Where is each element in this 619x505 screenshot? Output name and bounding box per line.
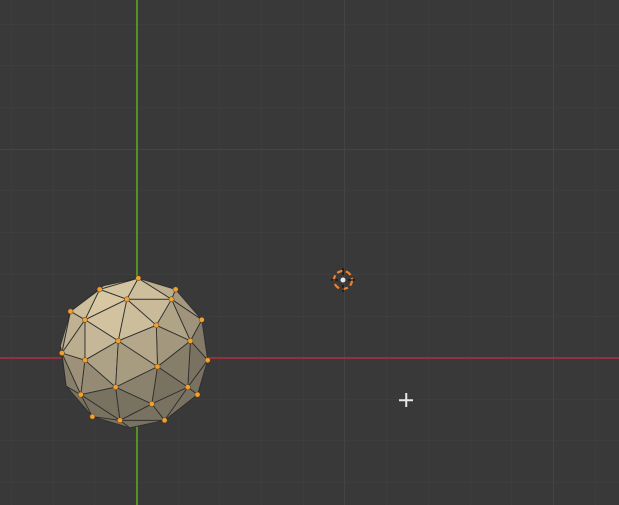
grid-minor-h bbox=[0, 190, 619, 191]
grid-minor-v bbox=[428, 0, 429, 505]
grid-minor-h bbox=[0, 440, 619, 441]
grid-minor-v bbox=[386, 0, 387, 505]
grid-minor-h bbox=[0, 107, 619, 108]
mouse-crosshair-icon bbox=[399, 393, 413, 407]
grid-minor-v bbox=[470, 0, 471, 505]
grid-minor-h bbox=[0, 232, 619, 233]
grid-minor-v bbox=[303, 0, 304, 505]
grid-minor-h bbox=[0, 65, 619, 66]
grid-minor-v bbox=[261, 0, 262, 505]
grid-major-v bbox=[553, 0, 554, 505]
grid-minor-v bbox=[219, 0, 220, 505]
grid-minor-v bbox=[595, 0, 596, 505]
viewport-3d[interactable] bbox=[0, 0, 619, 505]
grid-minor-v bbox=[511, 0, 512, 505]
grid-minor-h bbox=[0, 24, 619, 25]
grid-major-h bbox=[0, 149, 619, 150]
3d-cursor-icon[interactable] bbox=[331, 268, 355, 292]
grid-minor-h bbox=[0, 482, 619, 483]
grid-major-v bbox=[344, 0, 345, 505]
icosphere-mesh[interactable] bbox=[50, 269, 218, 437]
grid-minor-v bbox=[11, 0, 12, 505]
